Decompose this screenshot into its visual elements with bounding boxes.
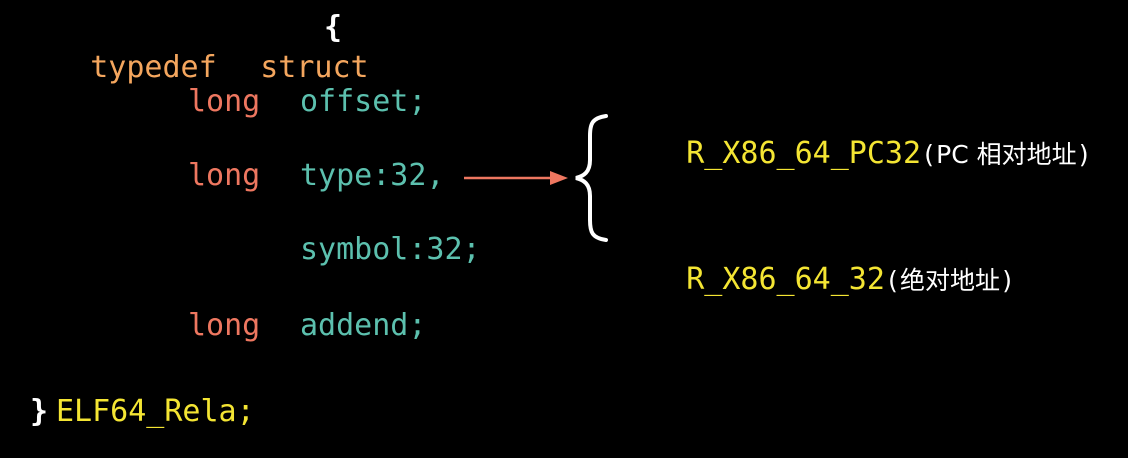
diagram-canvas: typedef struct { long offset; long type:… [0,0,1128,458]
reloc-pc32: R_X86_64_PC32(PC 相对地址) [614,94,1092,215]
reloc-32: R_X86_64_32(绝对地址) [614,220,1015,341]
reloc-32-note: 绝对地址 [900,266,1001,295]
reloc-pc32-open-paren: ( [921,140,937,169]
arrow-head [550,171,568,185]
reloc-32-close-paren: ) [1000,266,1016,295]
reloc-pc32-name: R_X86_64_PC32 [686,136,922,171]
reloc-pc32-note: PC 相对地址 [936,140,1077,169]
reloc-32-name: R_X86_64_32 [686,262,885,297]
reloc-32-open-paren: ( [884,266,900,295]
curly-brace [575,114,608,242]
reloc-pc32-close-paren: ) [1076,140,1092,169]
